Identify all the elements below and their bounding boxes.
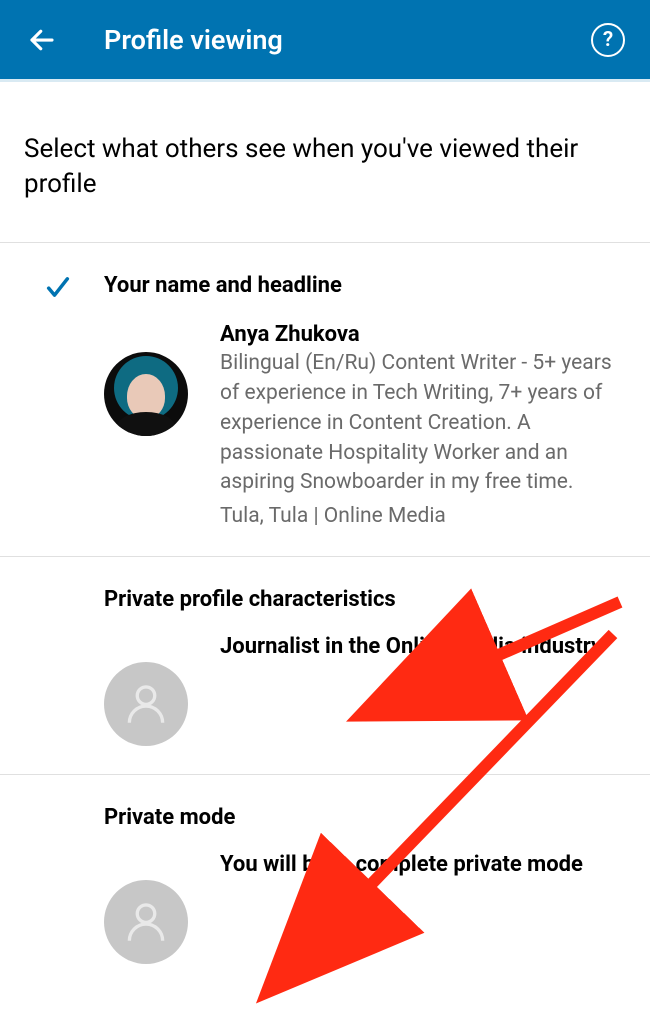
option-description: Journalist in the Online Media industry bbox=[220, 632, 626, 663]
option-full-profile[interactable]: Your name and headline Anya Zhukova Bili… bbox=[0, 243, 650, 557]
profile-headline: Bilingual (En/Ru) Content Writer - 5+ ye… bbox=[220, 349, 626, 498]
arrow-left-icon bbox=[27, 25, 57, 55]
checkmark-icon bbox=[44, 273, 72, 301]
main-content: Select what others see when you've viewe… bbox=[0, 82, 650, 992]
option-title: Private mode bbox=[104, 805, 235, 830]
option-title: Your name and headline bbox=[104, 273, 342, 298]
profile-location: Tula, Tula | Online Media bbox=[220, 504, 626, 528]
back-button[interactable] bbox=[20, 18, 64, 62]
option-description: You will be in complete private mode bbox=[220, 850, 626, 881]
option-title: Private profile characteristics bbox=[104, 587, 396, 612]
option-private-mode[interactable]: Private mode You will be in complete pri… bbox=[0, 775, 650, 992]
profile-name: Anya Zhukova bbox=[220, 322, 626, 347]
page-title: Profile viewing bbox=[104, 24, 586, 56]
anonymous-avatar-icon bbox=[104, 662, 188, 746]
instructions-text: Select what others see when you've viewe… bbox=[0, 82, 650, 243]
anonymous-avatar-icon bbox=[104, 880, 188, 964]
help-icon: ? bbox=[591, 23, 625, 57]
avatar bbox=[104, 352, 188, 436]
app-header: Profile viewing ? bbox=[0, 0, 650, 82]
option-semi-private[interactable]: Private profile characteristics Journali… bbox=[0, 557, 650, 775]
help-button[interactable]: ? bbox=[586, 18, 630, 62]
